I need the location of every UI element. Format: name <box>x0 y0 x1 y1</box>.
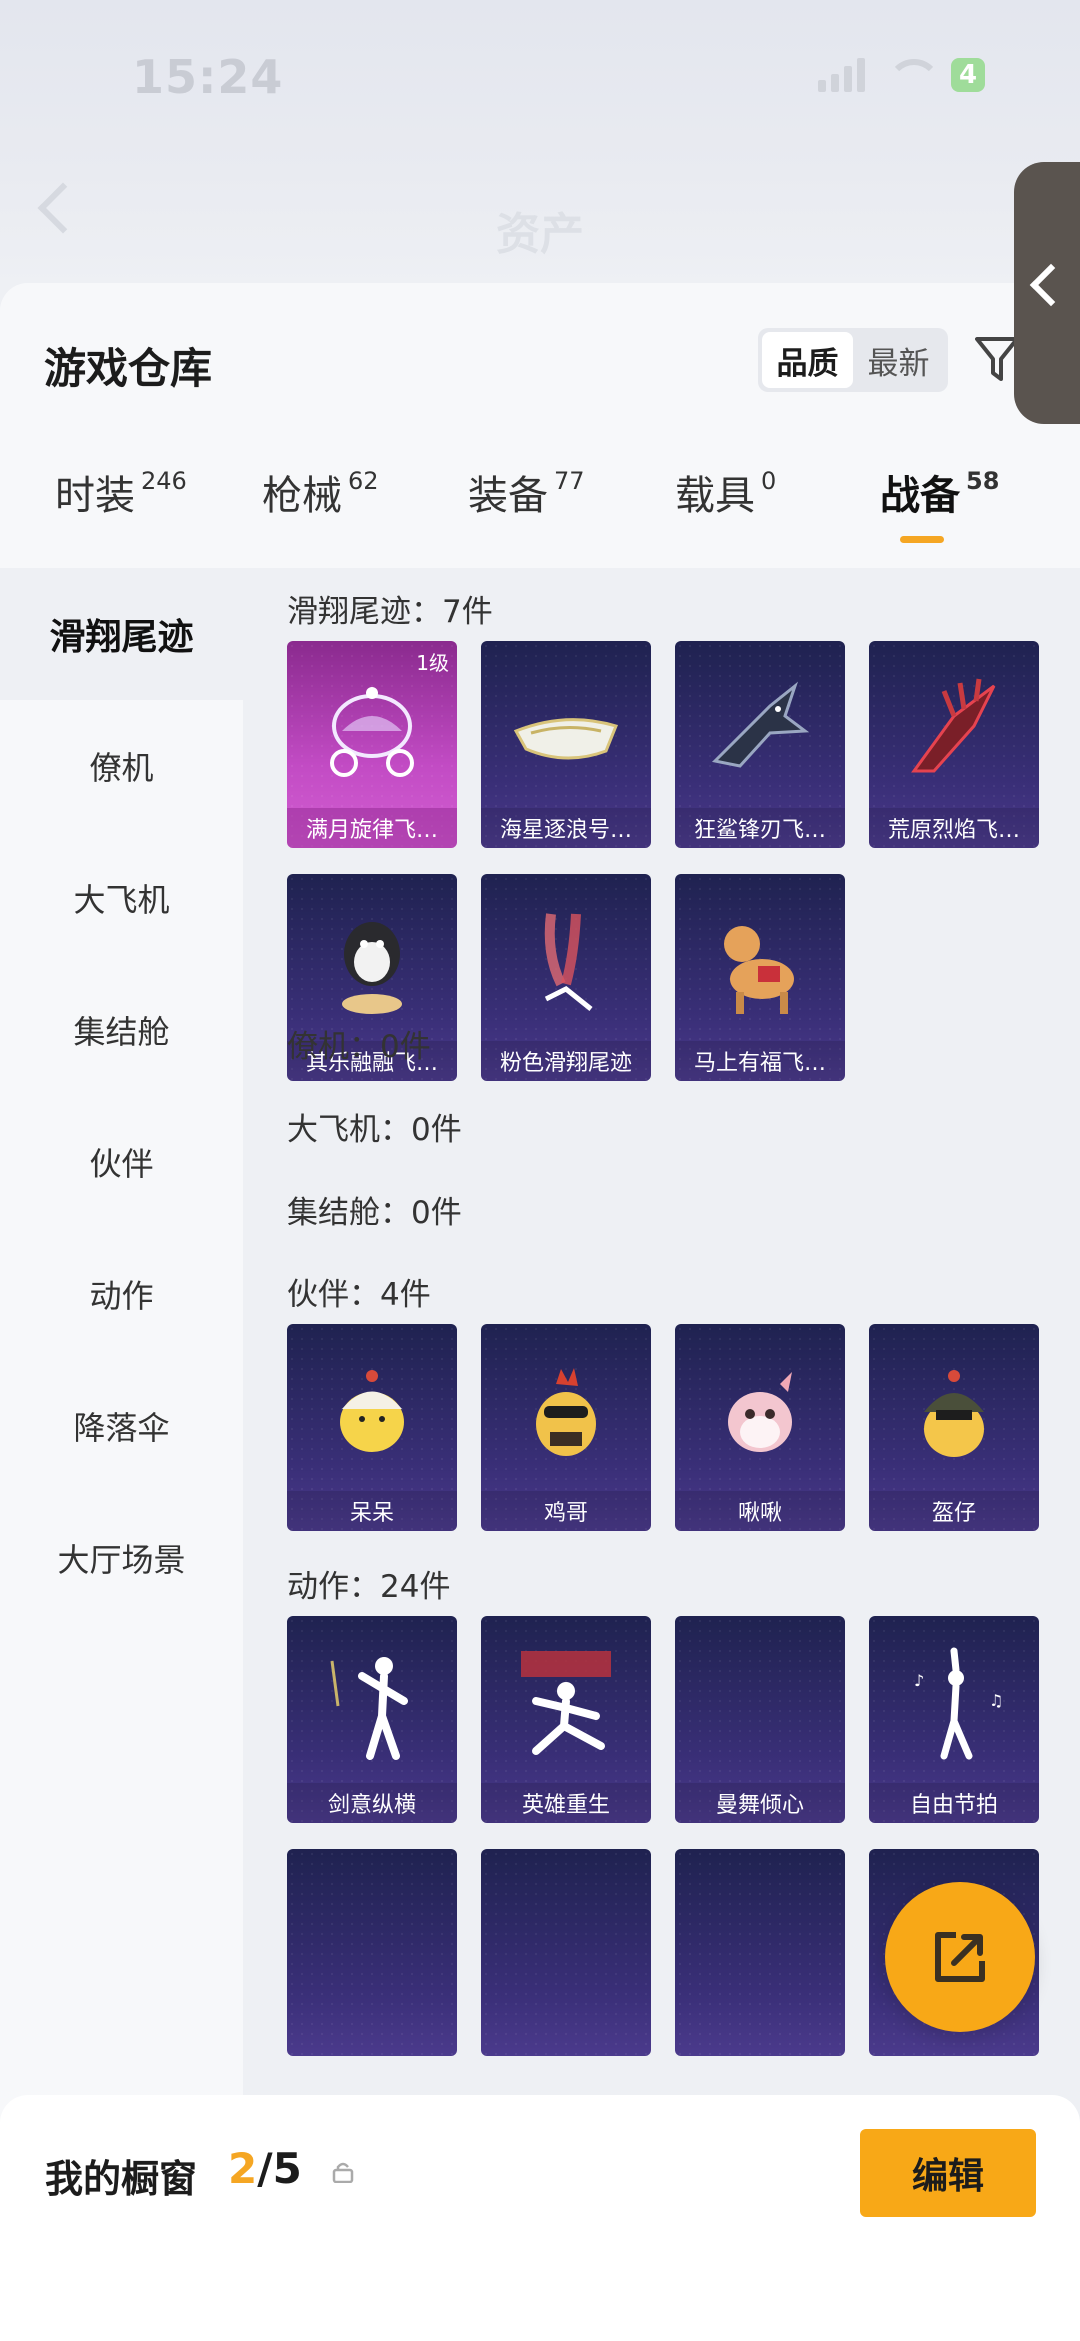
chevron-left-icon <box>1029 263 1073 307</box>
category-tabs: 时装 246 枪械 62 装备 77 载具 0 战备 58 <box>0 463 1080 563</box>
battery-icon: 4 <box>951 58 985 92</box>
carriage-icon <box>330 687 414 777</box>
sidebar-item-plane[interactable]: 大飞机 <box>0 832 243 964</box>
flame-wing-icon <box>911 678 996 773</box>
edit-button[interactable]: 编辑 <box>860 2129 1036 2217</box>
wifi-icon <box>887 59 941 91</box>
item-card[interactable]: 英雄重生 <box>481 1616 651 1823</box>
showcase-title: 我的橱窗 <box>45 2157 198 2201</box>
item-name: 盔仔 <box>869 1491 1039 1531</box>
page-title: 游戏仓库 <box>44 344 213 393</box>
share-icon <box>935 1932 985 1982</box>
sidebar-item-partner[interactable]: 伙伴 <box>0 1096 243 1228</box>
nav-title: 资产 <box>496 209 584 260</box>
boat-icon <box>513 718 619 760</box>
item-card[interactable] <box>675 1849 845 2056</box>
dance-figure-icon <box>330 1657 408 1760</box>
item-card[interactable]: 狂鲨锋刃飞… <box>675 641 845 848</box>
section-label-partner: 伙伴：4件 <box>287 1277 431 1313</box>
helmet-chick-icon <box>924 1370 984 1457</box>
item-name: 自由节拍 <box>869 1783 1039 1823</box>
section-label-trail: 滑翔尾迹：7件 <box>287 594 493 630</box>
item-card[interactable]: 荒原烈焰飞… <box>869 641 1039 848</box>
section-label-pod: 集结舱：0件 <box>287 1195 462 1231</box>
item-card[interactable] <box>287 1849 457 2056</box>
sort-quality[interactable]: 品质 <box>762 332 853 388</box>
item-card[interactable]: 盔仔 <box>869 1324 1039 1531</box>
section-label-wingman: 僚机：0件 <box>287 1029 431 1065</box>
lock-icon <box>332 2162 354 2183</box>
music-dance-icon: ♪ ♫ <box>914 1647 1003 1760</box>
item-card[interactable]: 剑意纵横 <box>287 1616 457 1823</box>
svg-text:♪: ♪ <box>914 1671 924 1690</box>
item-card[interactable]: 海星逐浪号… <box>481 641 651 848</box>
svg-text:♫: ♫ <box>989 1691 1003 1710</box>
item-name: 荒原烈焰飞… <box>869 808 1039 848</box>
item-card[interactable]: 呆呆 <box>287 1324 457 1531</box>
sidebar-item-pod[interactable]: 集结舱 <box>0 964 243 1096</box>
tab-vehicles[interactable]: 载具 0 <box>675 463 776 521</box>
item-name: 呆呆 <box>287 1491 457 1531</box>
sidebar-item-trail[interactable]: 滑翔尾迹 <box>0 568 243 700</box>
item-name: 英雄重生 <box>481 1783 651 1823</box>
item-card[interactable]: 马上有福飞… <box>675 874 845 1081</box>
item-card[interactable]: 粉色滑翔尾迹 <box>481 874 651 1081</box>
horse-icon <box>724 926 794 1014</box>
item-name: 啾啾 <box>675 1491 845 1531</box>
sidebar-item-action[interactable]: 动作 <box>0 1228 243 1360</box>
side-drawer-handle[interactable] <box>1014 162 1080 424</box>
hero-pose-icon <box>521 1651 611 1755</box>
sidebar-item-lobby[interactable]: 大厅场景 <box>0 1492 243 1624</box>
showcase-bar: 我的橱窗 2/5 编辑 <box>0 2095 1080 2341</box>
rooster-icon <box>536 1368 596 1456</box>
item-name: 海星逐浪号… <box>481 808 651 848</box>
tab-fashion[interactable]: 时装 246 <box>55 463 187 521</box>
item-name: 粉色滑翔尾迹 <box>481 1041 651 1081</box>
item-card[interactable]: 1级 满月旋律飞… <box>287 641 457 848</box>
warehouse-panel: 游戏仓库 品质 最新 时装246 枪械62 装备77 载具0 战备58 <box>0 283 1080 2341</box>
item-name: 鸡哥 <box>481 1491 651 1531</box>
pink-trail-icon <box>544 913 593 1011</box>
showcase-count: 2/5 <box>228 2144 302 2193</box>
section-label-plane: 大飞机：0件 <box>287 1112 462 1148</box>
filter-icon[interactable] <box>975 333 1019 385</box>
top-app-bar: 15:24 4 资产 <box>0 0 1080 290</box>
share-button[interactable] <box>885 1882 1035 2032</box>
status-time: 15:24 <box>132 50 284 104</box>
item-grid-area: 滑翔尾迹：7件 1级 满月旋律飞… 海星逐浪号… 狂鲨锋刃飞… 荒原烈焰飞… 其… <box>243 568 1080 2341</box>
item-name: 曼舞倾心 <box>675 1783 845 1823</box>
item-card[interactable] <box>481 1849 651 2056</box>
panel-header: 游戏仓库 品质 最新 时装 246 枪械 62 装备 77 载具 0 战备 58 <box>0 283 1080 568</box>
item-card[interactable]: 曼舞倾心 <box>675 1616 845 1823</box>
sort-newest[interactable]: 最新 <box>853 332 944 388</box>
item-name: 狂鲨锋刃飞… <box>675 808 845 848</box>
tab-guns[interactable]: 枪械 62 <box>262 463 379 521</box>
item-card[interactable]: 啾啾 <box>675 1324 845 1531</box>
tab-combat-gear[interactable]: 战备 58 <box>880 463 999 521</box>
item-card[interactable]: ♪ ♫ 自由节拍 <box>869 1616 1039 1823</box>
sidebar-item-wingman[interactable]: 僚机 <box>0 700 243 832</box>
category-sidebar: 滑翔尾迹 僚机 大飞机 集结舱 伙伴 动作 降落伞 大厅场景 <box>0 568 243 2341</box>
tab-equipment[interactable]: 装备 77 <box>468 463 585 521</box>
status-icons: 4 <box>818 58 985 92</box>
shark-icon <box>711 681 810 768</box>
item-name: 马上有福飞… <box>675 1041 845 1081</box>
item-name: 满月旋律飞… <box>287 808 457 848</box>
penguin-icon <box>342 922 402 1014</box>
sidebar-item-parachute[interactable]: 降落伞 <box>0 1360 243 1492</box>
active-tab-indicator <box>900 536 944 543</box>
item-name: 剑意纵横 <box>287 1783 457 1823</box>
item-card[interactable]: 鸡哥 <box>481 1324 651 1531</box>
section-label-action: 动作：24件 <box>287 1569 451 1605</box>
signal-icon <box>818 58 865 92</box>
sort-toggle: 品质 最新 <box>758 328 948 392</box>
bird-icon <box>728 1372 792 1452</box>
chick-icon <box>340 1370 404 1452</box>
